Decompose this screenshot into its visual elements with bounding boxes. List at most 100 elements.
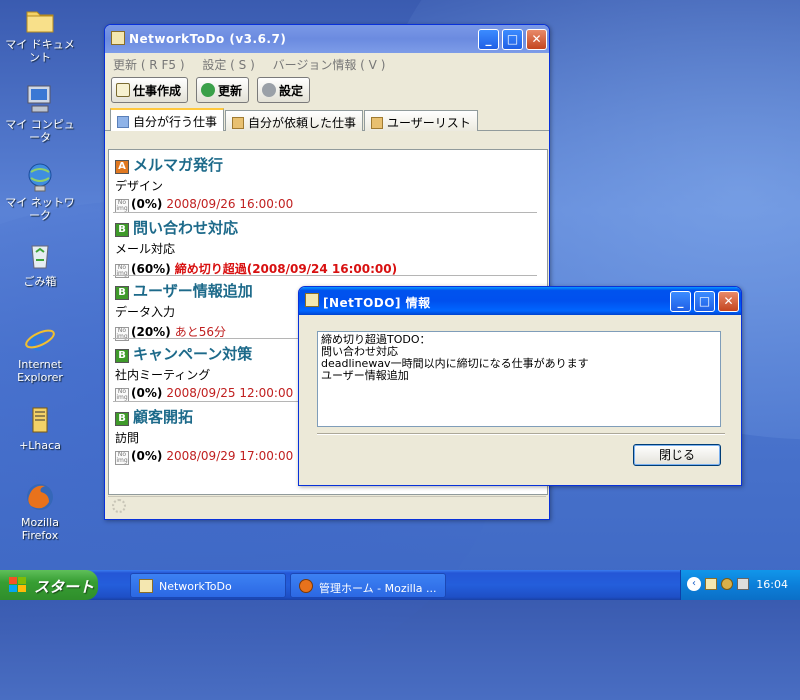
minimize-button[interactable]: _ bbox=[478, 29, 499, 50]
create-task-button[interactable]: 仕事作成 bbox=[111, 77, 189, 103]
no-image-icon: No img bbox=[115, 199, 129, 213]
my-tasks-icon bbox=[117, 116, 129, 128]
task-due: 締め切り超過(2008/09/24 16:00:00) bbox=[174, 262, 398, 276]
desktop-icon-recycle-bin[interactable]: ごみ箱 bbox=[0, 238, 80, 288]
taskbar-item-label: NetworkToDo bbox=[159, 580, 232, 593]
menu-refresh[interactable]: 更新 ( R F5 ) bbox=[113, 58, 185, 72]
no-image-icon: No img bbox=[115, 451, 129, 465]
desktop-icon-label: Mozilla Firefox bbox=[21, 516, 59, 542]
settings-button[interactable]: 設定 bbox=[257, 77, 311, 103]
task-title: ユーザー情報追加 bbox=[133, 282, 253, 300]
task-progress: (20%) bbox=[131, 325, 171, 339]
recycle-bin-icon bbox=[23, 238, 57, 272]
info-dialog: [NetTODO] 情報 _ □ ✕ 締め切り超過TODO： 問い合わせ対応 d… bbox=[298, 286, 742, 486]
no-image-icon: No img bbox=[115, 388, 129, 402]
computer-icon bbox=[23, 82, 57, 116]
minimize-button[interactable]: _ bbox=[670, 291, 691, 312]
list-item[interactable]: A メルマガ発行 デザイン No img (0%) 2008/09/26 16:00:0… bbox=[109, 150, 547, 213]
maximize-button[interactable]: □ bbox=[502, 29, 523, 50]
dialog-title-bar[interactable]: [NetTODO] 情報 _ □ ✕ bbox=[299, 287, 741, 315]
windows-flag-icon bbox=[9, 577, 26, 592]
network-icon bbox=[23, 160, 57, 194]
priority-badge: A bbox=[115, 160, 129, 174]
refresh-label: 更新 bbox=[218, 84, 243, 98]
tab-label: 自分が依頼した仕事 bbox=[248, 116, 357, 130]
desktop-icon-label: マイ コンピュータ bbox=[5, 118, 75, 144]
tab-strip: 自分が行う仕事 自分が依頼した仕事 ユーザーリスト bbox=[105, 108, 549, 131]
tray-app-icon[interactable] bbox=[705, 578, 717, 590]
task-title: キャンペーン対策 bbox=[133, 345, 253, 363]
desktop-icon-label: マイ ネットワーク bbox=[5, 196, 75, 222]
priority-badge: B bbox=[115, 412, 129, 426]
clock[interactable]: 16:04 bbox=[756, 578, 788, 591]
desktop-icon-my-computer[interactable]: マイ コンピュータ bbox=[0, 82, 80, 144]
start-button[interactable]: スタート bbox=[0, 570, 98, 600]
tab-label: 自分が行う仕事 bbox=[133, 115, 218, 129]
desktop-icon-label: +Lhaca bbox=[19, 439, 61, 452]
task-title: 問い合わせ対応 bbox=[133, 219, 239, 237]
create-task-label: 仕事作成 bbox=[133, 84, 182, 98]
desktop-icon-lhaca[interactable]: +Lhaca bbox=[0, 402, 80, 452]
priority-badge: B bbox=[115, 223, 129, 237]
desktop-icon-label: マイ ドキュメント bbox=[5, 38, 75, 64]
task-progress: (0%) bbox=[131, 449, 163, 463]
task-category: メール対応 bbox=[115, 242, 176, 256]
start-label: スタート bbox=[34, 578, 95, 596]
tab-user-list[interactable]: ユーザーリスト bbox=[364, 110, 478, 131]
window-title: NetworkToDo (v3.6.7) bbox=[129, 32, 287, 46]
close-button[interactable]: ✕ bbox=[526, 29, 547, 50]
app-icon bbox=[305, 293, 319, 307]
folder-icon bbox=[23, 2, 57, 36]
tab-label: ユーザーリスト bbox=[387, 116, 471, 130]
task-category: デザイン bbox=[115, 179, 164, 193]
tab-requested-tasks[interactable]: 自分が依頼した仕事 bbox=[225, 110, 364, 131]
task-progress: (0%) bbox=[131, 197, 163, 211]
taskbar-item-mozilla[interactable]: 管理ホーム - Mozilla ... bbox=[290, 573, 446, 598]
message-textarea[interactable]: 締め切り超過TODO： 問い合わせ対応 deadlinewav一時間以内に締切に… bbox=[317, 331, 721, 427]
system-tray: ‹ 16:04 bbox=[680, 570, 800, 600]
chevron-left-icon[interactable]: ‹ bbox=[687, 577, 701, 591]
tray-network-icon[interactable] bbox=[721, 578, 733, 590]
taskbar: スタート NetworkToDo 管理ホーム - Mozilla ... ‹ 1… bbox=[0, 570, 800, 600]
desktop-icon-my-documents[interactable]: マイ ドキュメント bbox=[0, 2, 80, 64]
menu-version-info[interactable]: バージョン情報 ( V ) bbox=[273, 58, 386, 72]
taskbar-item-label: 管理ホーム - Mozilla ... bbox=[319, 582, 437, 595]
settings-label: 設定 bbox=[279, 84, 304, 98]
priority-badge: B bbox=[115, 286, 129, 300]
task-title: メルマガ発行 bbox=[133, 156, 224, 174]
menu-bar: 更新 ( R F5 ) 設定 ( S ) バージョン情報 ( V ) bbox=[105, 53, 549, 73]
priority-badge: B bbox=[115, 349, 129, 363]
gear-icon bbox=[262, 83, 277, 97]
refresh-icon bbox=[201, 83, 216, 97]
desktop-icon-internet-explorer[interactable]: e Internet Explorer bbox=[0, 322, 80, 384]
firefox-icon bbox=[299, 579, 313, 593]
close-dialog-button[interactable]: 閉じる bbox=[633, 444, 721, 466]
maximize-button[interactable]: □ bbox=[694, 291, 715, 312]
menu-settings[interactable]: 設定 ( S ) bbox=[202, 58, 254, 72]
user-icon bbox=[232, 117, 245, 129]
new-task-icon bbox=[116, 83, 130, 97]
desktop-icon-my-network[interactable]: マイ ネットワーク bbox=[0, 160, 80, 222]
task-due: あと56分 bbox=[174, 325, 226, 339]
svg-text:e: e bbox=[29, 324, 47, 356]
close-button[interactable]: ✕ bbox=[718, 291, 739, 312]
list-item[interactable]: B 問い合わせ対応 メール対応 No img (60%) 締め切り超過(2008/09/… bbox=[109, 213, 547, 278]
dialog-title: [NetTODO] 情報 bbox=[323, 296, 431, 310]
app-icon bbox=[139, 579, 153, 593]
internet-explorer-icon: e bbox=[23, 322, 57, 357]
task-due: 2008/09/25 12:00:00 bbox=[166, 386, 294, 400]
tray-printer-icon[interactable] bbox=[737, 578, 749, 590]
users-icon bbox=[371, 117, 384, 129]
refresh-button[interactable]: 更新 bbox=[196, 77, 250, 103]
taskbar-item-networktodo[interactable]: NetworkToDo bbox=[130, 573, 286, 598]
app-icon bbox=[111, 31, 125, 45]
task-progress: (0%) bbox=[131, 386, 163, 400]
tab-my-tasks[interactable]: 自分が行う仕事 bbox=[110, 108, 225, 131]
firefox-icon bbox=[23, 480, 57, 514]
task-progress: (60%) bbox=[131, 262, 171, 276]
task-due: 2008/09/26 16:00:00 bbox=[166, 197, 294, 211]
desktop-icon-firefox[interactable]: Mozilla Firefox bbox=[0, 480, 80, 542]
divider bbox=[317, 433, 725, 435]
title-bar[interactable]: NetworkToDo (v3.6.7) _ □ ✕ bbox=[105, 25, 549, 53]
desktop-icon-label: ごみ箱 bbox=[23, 275, 57, 288]
